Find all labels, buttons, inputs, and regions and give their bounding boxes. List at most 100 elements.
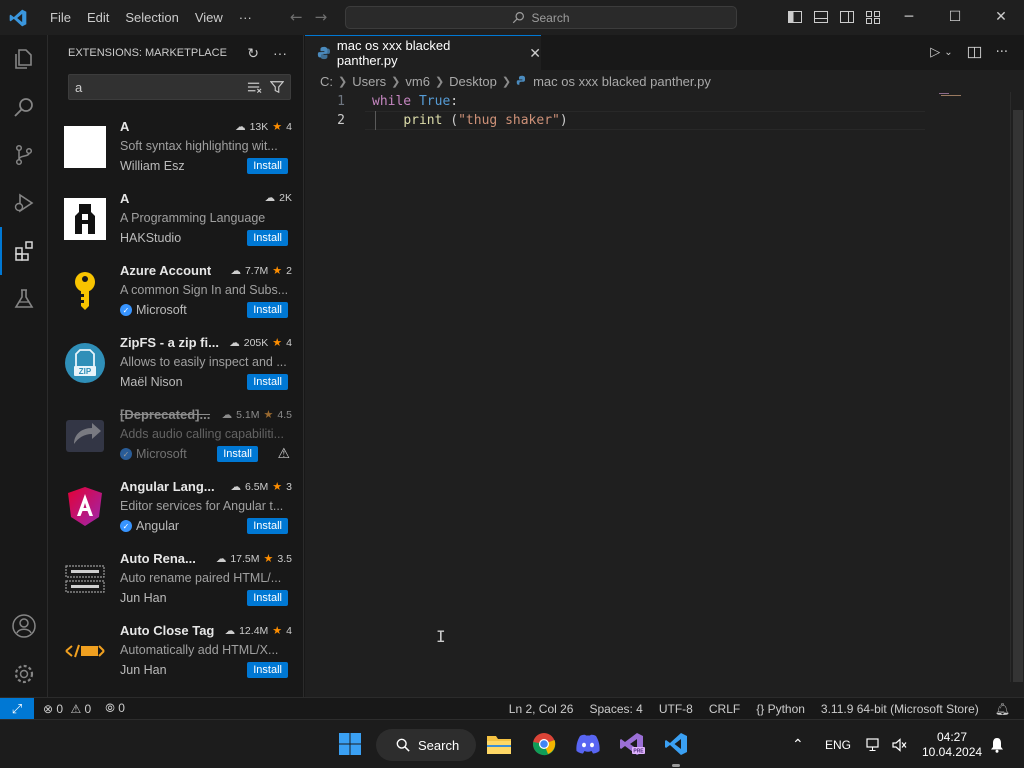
install-button[interactable]: Install	[247, 374, 288, 390]
menu-more[interactable]: ···	[231, 0, 260, 35]
python-interpreter[interactable]: 3.11.9 64-bit (Microsoft Store)	[821, 702, 979, 716]
install-button[interactable]: Install	[217, 446, 258, 462]
rating: 4	[286, 120, 292, 133]
more-actions-icon[interactable]: ···	[996, 45, 1008, 60]
close-icon[interactable]: ✕	[978, 0, 1024, 35]
notification-center-icon[interactable]	[990, 720, 1004, 768]
menu-selection[interactable]: Selection	[117, 0, 186, 35]
input-language[interactable]: ENG	[825, 720, 851, 768]
breadcrumb-item[interactable]: Desktop	[449, 74, 497, 89]
close-tag-logo-icon	[64, 630, 106, 672]
code-editor[interactable]: 1 while True: 2 print ("thug shaker")	[305, 92, 1024, 697]
notifications-bell-icon[interactable]: 🔔︎	[995, 702, 1010, 716]
windows-start-icon[interactable]	[337, 731, 363, 757]
menu-file[interactable]: File	[42, 0, 79, 35]
customize-layout-icon[interactable]	[865, 9, 881, 25]
extension-item[interactable]: ZIP ZipFS - a zip fi... ☁ 205K ★ 4 Allow…	[48, 335, 303, 407]
extension-name: Angular Lang...	[120, 479, 215, 494]
publisher-name: Angular	[136, 519, 180, 533]
extension-item[interactable]: Angular Lang... ☁ 6.5M ★ 3 Editor servic…	[48, 479, 303, 551]
discord-icon[interactable]	[575, 731, 601, 757]
vscode-logo-icon	[9, 9, 27, 26]
extension-stats: ☁ 13K ★ 4	[235, 120, 292, 134]
show-hidden-icons-chevron-icon[interactable]: ⌃	[792, 720, 804, 768]
install-button[interactable]: Install	[247, 662, 288, 678]
system-clock[interactable]: 04:27 10.04.2024	[922, 730, 982, 760]
testing-icon[interactable]	[0, 275, 48, 323]
file-explorer-icon[interactable]	[486, 731, 512, 757]
encoding[interactable]: UTF-8	[659, 702, 693, 716]
volume-muted-icon[interactable]	[892, 720, 908, 768]
remote-indicator-icon[interactable]: ⤢	[0, 697, 34, 720]
close-tab-icon[interactable]: ✕	[529, 45, 541, 62]
port-count: 0	[118, 701, 125, 715]
extension-item[interactable]: Azure Account ☁ 7.7M ★ 2 A common Sign I…	[48, 263, 303, 335]
breadcrumb-item[interactable]: vm6	[405, 74, 430, 89]
toggle-primary-sidebar-icon[interactable]	[787, 9, 803, 25]
vertical-scrollbar[interactable]	[1010, 92, 1024, 682]
clear-filter-icon[interactable]	[247, 80, 262, 94]
source-control-icon[interactable]	[0, 131, 48, 179]
explorer-icon[interactable]	[0, 35, 48, 83]
install-button[interactable]: Install	[247, 302, 288, 318]
maximize-icon[interactable]: ☐	[932, 0, 978, 35]
menu-view[interactable]: View	[187, 0, 231, 35]
download-cloud-icon: ☁	[215, 552, 227, 565]
ports-indicator[interactable]: ⦾ 0	[105, 701, 125, 716]
chrome-icon[interactable]	[531, 731, 557, 757]
visual-studio-preview-icon[interactable]: PRE	[619, 731, 645, 757]
run-debug-icon[interactable]	[0, 179, 48, 227]
extension-item[interactable]: [Deprecated]... ☁ 5.1M ★ 4.5 Adds audio …	[48, 407, 303, 479]
run-python-file-icon[interactable]: ▷	[930, 45, 940, 60]
extension-item[interactable]: A ☁ 13K ★ 4 Soft syntax highlighting wit…	[48, 119, 303, 191]
settings-gear-icon[interactable]	[0, 650, 48, 698]
extension-item[interactable]: Auto Close Tag ☁ 12.4M ★ 4 Automatically…	[48, 623, 303, 695]
vscode-taskbar-icon[interactable]	[663, 731, 689, 757]
network-icon[interactable]	[866, 720, 882, 768]
refresh-icon[interactable]: ↻	[247, 45, 259, 62]
extension-item[interactable]: A ☁ 2K A Programming Language HAKStudio …	[48, 191, 303, 263]
extensions-icon[interactable]	[0, 227, 48, 275]
minimap[interactable]	[937, 92, 967, 98]
search-icon[interactable]	[0, 83, 48, 131]
cursor-position[interactable]: Ln 2, Col 26	[509, 702, 574, 716]
warning-icon[interactable]: ⚠	[277, 446, 290, 462]
python-file-icon	[317, 46, 331, 60]
install-button[interactable]: Install	[247, 518, 288, 534]
keyword: while	[372, 94, 412, 109]
extension-stats: ☁ 12.4M ★ 4	[225, 624, 292, 638]
install-button[interactable]: Install	[247, 590, 288, 606]
toggle-secondary-sidebar-icon[interactable]	[839, 9, 855, 25]
filter-icon[interactable]	[270, 80, 284, 94]
forward-arrow-icon[interactable]: →	[315, 8, 328, 26]
back-arrow-icon[interactable]: ←	[290, 8, 303, 26]
command-center-search[interactable]: Search	[345, 6, 737, 29]
taskbar-search[interactable]: Search	[376, 729, 476, 761]
language-mode[interactable]: {} Python	[756, 702, 805, 716]
tab-label: mac os xxx blacked panther.py	[336, 38, 451, 68]
editor-tab-bar: mac os xxx blacked panther.py ✕ ▷ ⌄ ···	[305, 35, 1024, 70]
extension-item[interactable]: Auto Rena... ☁ 17.5M ★ 3.5 Auto rename p…	[48, 551, 303, 623]
download-count: 7.7M	[244, 264, 269, 277]
split-editor-icon[interactable]	[967, 45, 982, 60]
indentation[interactable]: Spaces: 4	[589, 702, 642, 716]
extension-search-input[interactable]	[75, 79, 245, 95]
breadcrumb-item[interactable]: mac os xxx blacked panther.py	[533, 74, 711, 89]
minimize-icon[interactable]: ─	[886, 0, 932, 35]
breadcrumb-item[interactable]: Users	[352, 74, 386, 89]
breadcrumb-item[interactable]: C:	[320, 74, 333, 89]
extension-stats: ☁ 2K	[265, 192, 292, 204]
problems-indicator[interactable]: ⊗ 0 ⚠ 0	[43, 702, 91, 716]
editor-tab[interactable]: mac os xxx blacked panther.py ✕	[305, 35, 541, 70]
menu-edit[interactable]: Edit	[79, 0, 117, 35]
install-button[interactable]: Install	[247, 230, 288, 246]
run-dropdown-chevron-icon[interactable]: ⌄	[944, 47, 952, 60]
toggle-panel-icon[interactable]	[813, 9, 829, 25]
more-actions-icon[interactable]: ···	[273, 45, 287, 62]
svg-text:ZIP: ZIP	[79, 367, 92, 376]
line-endings[interactable]: CRLF	[709, 702, 740, 716]
breadcrumb: C: ❯ Users ❯ vm6 ❯ Desktop ❯ mac os xxx …	[305, 70, 1024, 92]
scrollbar-thumb[interactable]	[1013, 110, 1023, 682]
account-icon[interactable]	[0, 602, 48, 650]
install-button[interactable]: Install	[247, 158, 288, 174]
